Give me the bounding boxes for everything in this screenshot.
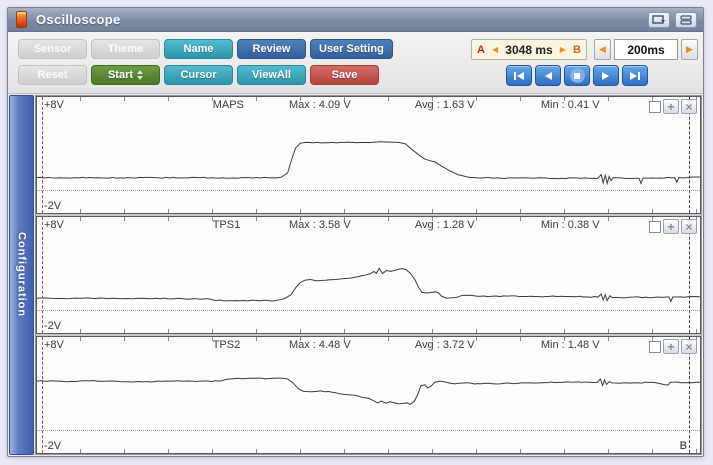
channel-visible-checkbox[interactable] [649,341,661,353]
configuration-sidebar-tab[interactable]: Configuration [9,95,34,455]
title-bar: Oscilloscope [8,8,703,32]
user-setting-button[interactable]: User Setting [310,39,393,59]
zoom-in-channel-button[interactable]: + [663,99,679,114]
interval-increase-button[interactable]: ▶ [681,39,698,60]
step-forward-icon [601,71,611,81]
review-button[interactable]: Review [237,39,306,59]
ab-time-range-value: 3048 ms [505,43,552,57]
step-back-icon [543,71,553,81]
playback-stop-button[interactable] [564,65,590,86]
ab-time-range-box: A ◀ 3048 ms ▶ B [471,39,587,60]
y-max-label: +8V [44,99,64,111]
close-channel-button[interactable]: × [681,99,697,114]
cursor-a-line[interactable] [42,337,43,453]
step-back-button[interactable] [535,65,561,86]
channel-visible-checkbox[interactable] [649,101,661,113]
configuration-label: Configuration [16,232,28,317]
cursor-a-line[interactable] [42,97,43,213]
right-arrow-icon: ▶ [686,44,693,55]
avg-stat: Avg : 3.72 V [415,339,475,351]
start-button[interactable]: Start [91,65,160,85]
oscilloscope-window: Oscilloscope Sensor Theme Name [7,7,704,457]
waveform-trace-tps1 [37,217,700,333]
cursor-a-left-arrow-icon[interactable]: ◀ [492,45,498,54]
cursor-b-line[interactable] [689,217,690,333]
zoom-in-channel-button[interactable]: + [663,219,679,234]
main-area: Configuration +8V MAPS Max : 4.09 V Avg … [8,94,703,456]
start-button-label: Start [108,69,133,81]
step-forward-button[interactable] [593,65,619,86]
zero-volt-gridline [37,310,700,311]
up-down-spinner-icon [137,70,143,80]
cursor-b-label-toolbar: B [573,44,581,56]
cursor-b-line[interactable] [689,337,690,453]
window-layout-icon [680,15,692,25]
channel-name: MAPS [213,99,244,111]
interval-decrease-button[interactable]: ◀ [594,39,611,60]
cursor-b-line[interactable] [689,97,690,213]
y-max-label: +8V [44,219,64,231]
toolbar: Sensor Theme Name Review User Setting Re… [8,32,703,94]
cursor-a-line[interactable] [42,217,43,333]
skip-to-end-button[interactable] [622,65,648,86]
channel-name: TPS2 [213,339,241,351]
window-layout-button[interactable] [675,12,697,28]
max-stat: Max : 4.48 V [289,339,351,351]
max-stat: Max : 3.58 V [289,219,351,231]
viewall-button[interactable]: ViewAll [237,65,306,85]
waveform-trace-tps2 [37,337,700,453]
window-title: Oscilloscope [36,12,121,27]
stop-icon [570,68,585,83]
max-stat: Max : 4.09 V [289,99,351,111]
close-channel-button[interactable]: × [681,219,697,234]
cursor-a-label: A [477,44,485,56]
playback-controls [506,65,648,86]
channel-name: TPS1 [213,219,241,231]
min-stat: Min : 1.48 V [541,339,600,351]
avg-stat: Avg : 1.28 V [415,219,475,231]
left-arrow-icon: ◀ [599,44,606,55]
save-button[interactable]: Save [310,65,379,85]
avg-stat: Avg : 1.63 V [415,99,475,111]
detach-window-icon [652,15,666,25]
oscilloscope-device-icon [16,11,27,28]
skip-to-end-icon [629,71,641,81]
zero-volt-gridline [37,190,700,191]
channel-panels: +8V MAPS Max : 4.09 V Avg : 1.63 V Min :… [35,95,702,455]
sensor-button[interactable]: Sensor [18,39,87,59]
time-interval-value: 200ms [614,39,678,60]
tick-marks-bottom [37,209,700,213]
channel-visible-checkbox[interactable] [649,221,661,233]
reset-button[interactable]: Reset [18,65,87,85]
cursor-b-right-arrow-icon[interactable]: ▶ [560,45,566,54]
tick-marks-bottom [37,329,700,333]
channel-panel-maps: +8V MAPS Max : 4.09 V Avg : 1.63 V Min :… [36,96,701,214]
channel-panel-tps1: +8V TPS1 Max : 3.58 V Avg : 1.28 V Min :… [36,216,701,334]
zero-volt-gridline [37,430,700,431]
detach-window-button[interactable] [648,12,670,28]
zoom-in-channel-button[interactable]: + [663,339,679,354]
min-stat: Min : 0.41 V [541,99,600,111]
close-channel-button[interactable]: × [681,339,697,354]
channel-panel-tps2: +8V TPS2 Max : 4.48 V Avg : 3.72 V Min :… [36,336,701,454]
skip-to-start-icon [513,71,525,81]
tick-marks-bottom [37,449,700,453]
min-stat: Min : 0.38 V [541,219,600,231]
y-max-label: +8V [44,339,64,351]
waveform-trace-maps [37,97,700,213]
theme-button[interactable]: Theme [91,39,160,59]
cursor-button[interactable]: Cursor [164,65,233,85]
name-button[interactable]: Name [164,39,233,59]
skip-to-start-button[interactable] [506,65,532,86]
